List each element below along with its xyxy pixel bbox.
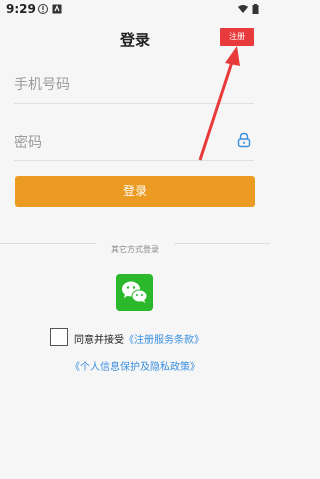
phone-field[interactable] <box>14 70 254 100</box>
privacy-link[interactable]: 《个人信息保护及隐私政策》 <box>0 358 270 373</box>
battery-icon <box>252 4 259 14</box>
other-login-label: 其它方式登录 <box>105 244 165 255</box>
status-bar: 9:29 <box>0 0 270 20</box>
phone-divider <box>14 103 254 104</box>
alert-icon <box>38 4 48 14</box>
password-divider <box>14 160 254 161</box>
agreement-prefix: 同意并接受 <box>74 335 124 346</box>
password-field[interactable] <box>14 128 254 158</box>
wifi-icon <box>238 5 248 13</box>
phone-input[interactable] <box>14 70 214 100</box>
login-button[interactable]: 登录 <box>15 176 255 207</box>
agreement-row: 同意并接受《注册服务条款》 <box>50 328 220 348</box>
other-login-line-left <box>0 243 96 244</box>
lock-icon[interactable] <box>236 132 252 148</box>
app-icon <box>52 4 62 14</box>
wechat-icon[interactable] <box>116 274 153 311</box>
top-bar: 登录 注册 <box>0 20 270 56</box>
status-time: 9:29 <box>6 2 36 16</box>
agreement-text: 同意并接受《注册服务条款》 <box>74 331 204 346</box>
register-button[interactable]: 注册 <box>220 28 254 46</box>
other-login-line-right <box>174 243 270 244</box>
agree-checkbox[interactable] <box>50 328 68 346</box>
terms-link[interactable]: 《注册服务条款》 <box>124 335 204 346</box>
other-login-section: 其它方式登录 <box>0 237 270 256</box>
password-input[interactable] <box>14 128 214 158</box>
